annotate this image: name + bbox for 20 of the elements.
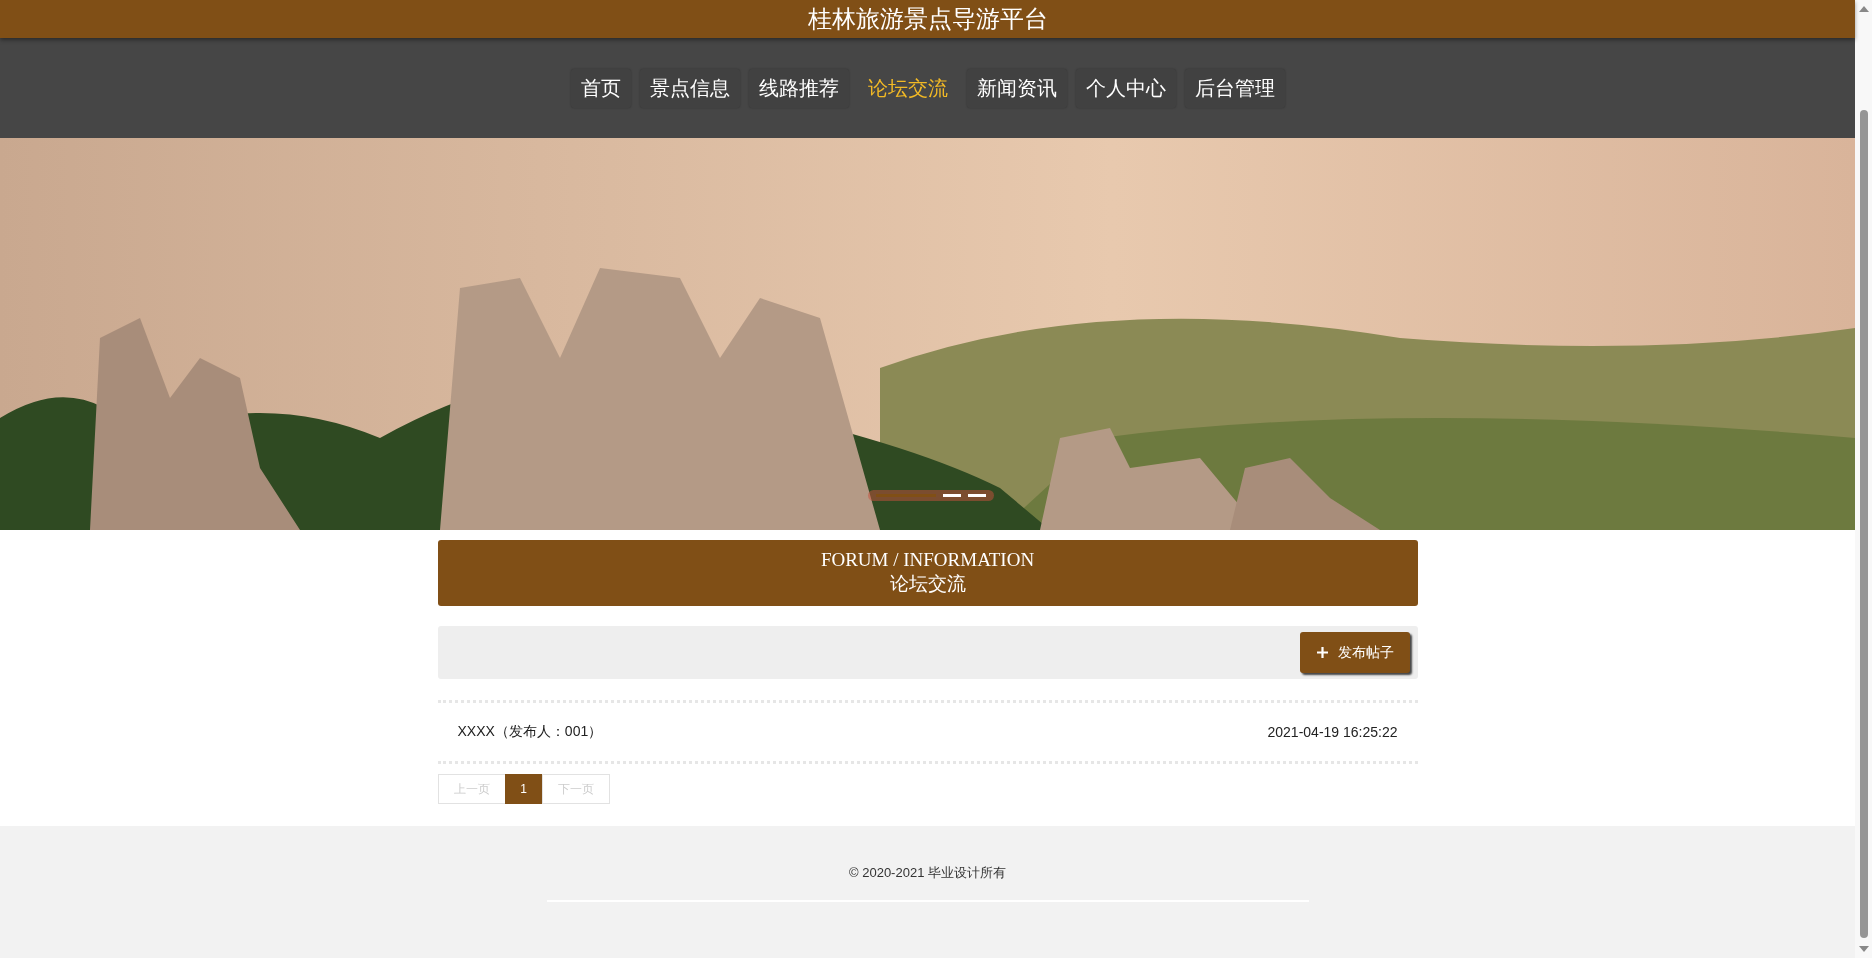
site-title: 桂林旅游景点导游平台	[807, 4, 1048, 34]
page-number-button[interactable]: 1	[504, 774, 543, 804]
nav-link[interactable]: 后台管理	[1184, 68, 1285, 108]
publish-post-button[interactable]: 发布帖子	[1299, 632, 1410, 673]
scroll-down-icon[interactable]	[1858, 946, 1869, 952]
scrollbar-thumb[interactable]	[1859, 110, 1868, 938]
post-time: 2021-04-19 16:25:22	[1267, 724, 1398, 740]
nav-link[interactable]: 新闻资讯	[966, 68, 1067, 108]
scrollbar[interactable]	[1855, 0, 1872, 958]
post-title-link[interactable]: XXXX（发布人：001）	[457, 723, 603, 741]
section-title-cn: 论坛交流	[889, 572, 966, 596]
nav-link[interactable]: 首页	[570, 68, 631, 108]
scroll-up-icon[interactable]	[1858, 6, 1869, 12]
nav-link[interactable]: 论坛交流	[857, 68, 958, 108]
nav-link[interactable]: 个人中心	[1075, 68, 1176, 108]
section-title-en: FORUM / INFORMATION	[820, 549, 1035, 571]
nav-link[interactable]: 线路推荐	[748, 68, 849, 108]
nav-link[interactable]: 景点信息	[639, 68, 740, 108]
copyright-text: © 2020-2021 毕业设计所有	[849, 864, 1006, 882]
plus-icon	[1315, 646, 1329, 659]
